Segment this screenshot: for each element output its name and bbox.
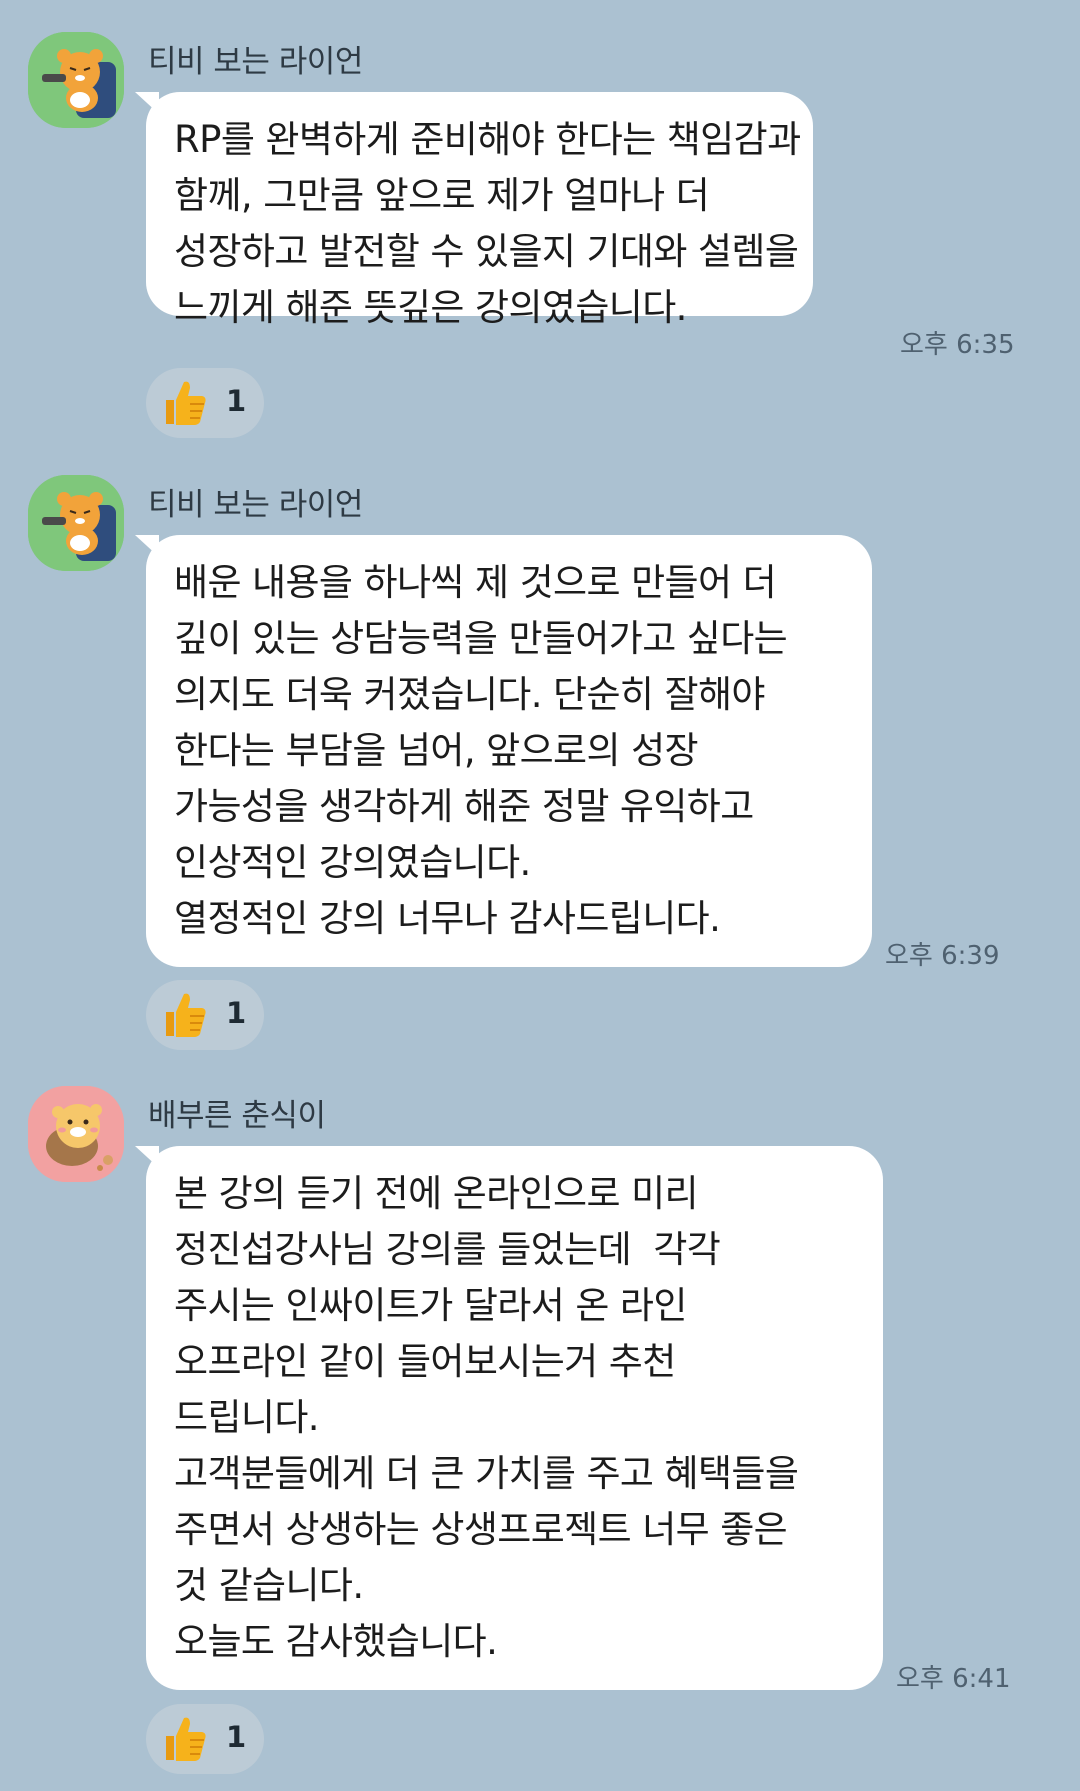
message-line: 한다는 부담을 넘어, 앞으로의 성장 <box>174 729 699 772</box>
message-line: 정진섭강사님 강의를 들었는데 각각 <box>174 1228 721 1271</box>
message-timestamp: 오후 6:35 <box>900 330 1015 360</box>
bubble-tail <box>135 92 159 114</box>
reaction-pill[interactable]: 1 <box>146 1704 264 1774</box>
message-line: 드립니다. <box>174 1396 320 1439</box>
message-line: 가능성을 생각하게 해준 정말 유익하고 <box>174 785 754 828</box>
message-line: 인상적인 강의였습니다. <box>174 841 531 884</box>
choonsik-avatar-icon <box>28 1086 124 1182</box>
thumbs-up-icon <box>166 381 206 425</box>
message-line: 주시는 인싸이트가 달라서 온 라인 <box>174 1284 687 1327</box>
message-bubble[interactable]: 본 강의 듣기 전에 온라인으로 미리 정진섭강사님 강의를 들었는데 각각 주… <box>135 1146 883 1690</box>
reaction-count: 1 <box>226 1720 247 1754</box>
message-line: 배운 내용을 하나씩 제 것으로 만들어 더 <box>174 561 777 604</box>
sender-name: 배부른 춘식이 <box>148 1098 326 1134</box>
message-line: 함께, 그만큼 앞으로 제가 얼마나 더 <box>174 174 710 217</box>
message-line: 열정적인 강의 너무나 감사드립니다. <box>174 897 721 940</box>
ryan-avatar-icon <box>28 32 124 128</box>
bubble-tail <box>135 1146 159 1168</box>
bubble-tail <box>135 535 159 557</box>
message-line: 것 같습니다. <box>174 1564 364 1607</box>
thumbs-up-icon <box>166 1717 206 1761</box>
sender-avatar[interactable] <box>28 1086 124 1182</box>
reaction-count: 1 <box>226 384 247 418</box>
reaction-count: 1 <box>226 996 247 1030</box>
message-line: 고객분들에게 더 큰 가치를 주고 혜택들을 <box>174 1452 799 1495</box>
message-line: RP를 완벽하게 준비해야 한다는 책임감과 <box>174 118 801 161</box>
thumbs-up-icon <box>166 993 206 1037</box>
message-line: 본 강의 듣기 전에 온라인으로 미리 <box>174 1172 699 1215</box>
reaction-pill[interactable]: 1 <box>146 368 264 438</box>
message-line: 의지도 더욱 커졌습니다. 단순히 잘해야 <box>174 673 765 716</box>
sender-avatar[interactable] <box>28 32 124 128</box>
sender-name: 티비 보는 라이언 <box>148 44 363 80</box>
message-bubble[interactable]: 배운 내용을 하나씩 제 것으로 만들어 더 깊이 있는 상담능력을 만들어가고… <box>135 535 872 967</box>
message-line: 깊이 있는 상담능력을 만들어가고 싶다는 <box>174 617 788 660</box>
message-line: 주면서 상생하는 상생프로젝트 너무 좋은 <box>174 1508 788 1551</box>
message-timestamp: 오후 6:41 <box>896 1664 1011 1694</box>
reaction-pill[interactable]: 1 <box>146 980 264 1050</box>
message-line: 느끼게 해준 뜻깊은 강의였습니다. <box>174 286 687 329</box>
ryan-avatar-icon <box>28 475 124 571</box>
message-line: 오프라인 같이 들어보시는거 추천 <box>174 1340 676 1383</box>
message-line: 오늘도 감사했습니다. <box>174 1620 498 1663</box>
sender-name: 티비 보는 라이언 <box>148 487 363 523</box>
message-timestamp: 오후 6:39 <box>885 941 1000 971</box>
sender-avatar[interactable] <box>28 475 124 571</box>
message-line: 성장하고 발전할 수 있을지 기대와 설렘을 <box>174 230 799 273</box>
message-bubble[interactable]: RP를 완벽하게 준비해야 한다는 책임감과 함께, 그만큼 앞으로 제가 얼마… <box>135 92 813 329</box>
